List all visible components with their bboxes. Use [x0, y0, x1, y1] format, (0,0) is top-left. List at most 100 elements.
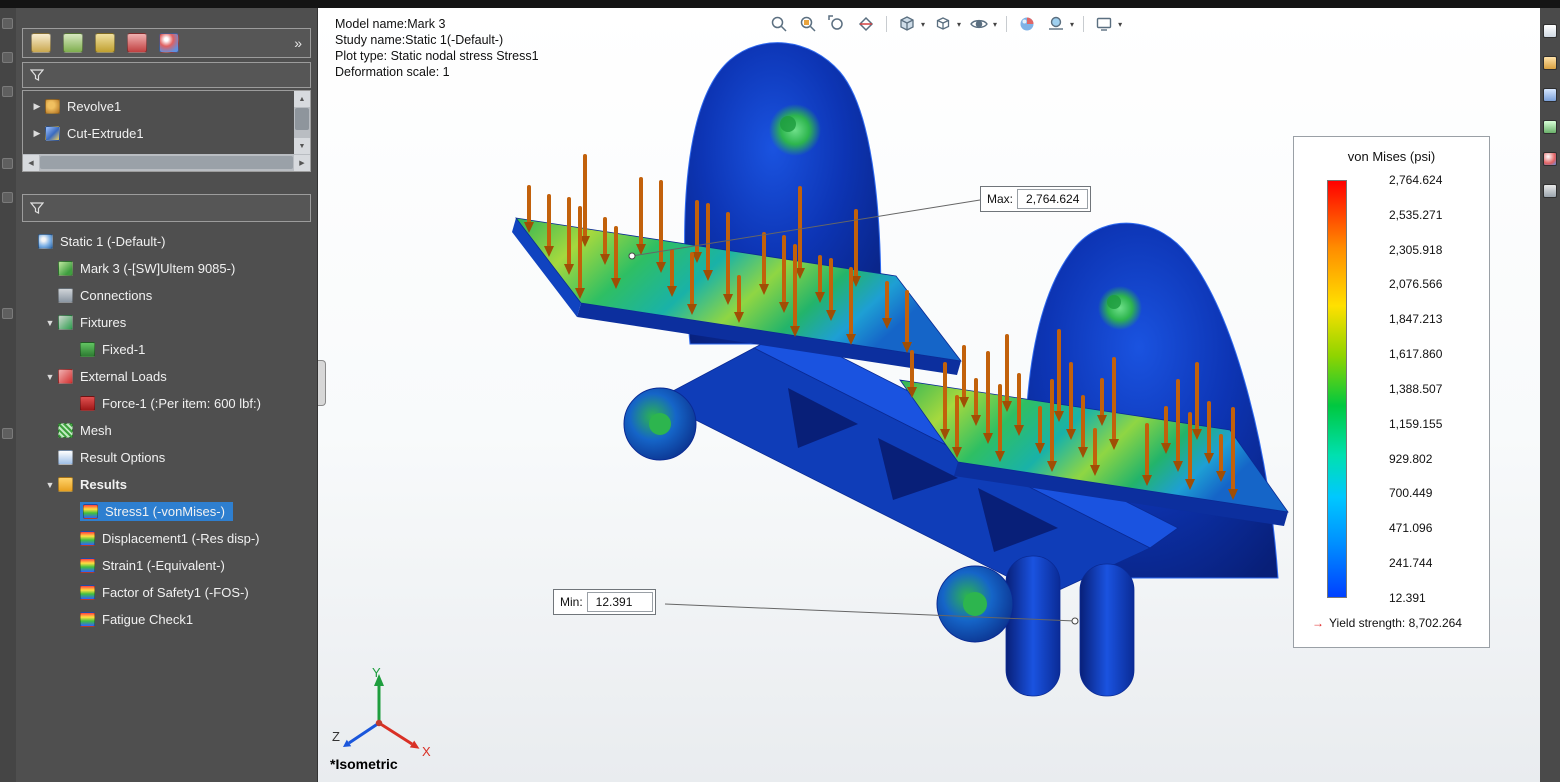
file-explorer-icon[interactable]	[1543, 88, 1557, 102]
study-item-displacement1[interactable]: Displacement1 (-Res disp-)	[16, 525, 317, 552]
apply-scene-caret-icon[interactable]: ▾	[1070, 20, 1074, 29]
static-study-icon	[38, 234, 53, 249]
side-strip-icon[interactable]	[2, 18, 13, 29]
stress-plot-icon	[83, 504, 98, 519]
panel-splitter-handle[interactable]	[318, 360, 326, 406]
study-item-label: Connections	[80, 288, 153, 303]
collapse-caret-icon[interactable]: ▼	[42, 318, 58, 328]
collapse-caret-icon[interactable]: ▼	[42, 480, 58, 490]
study-item-external-loads[interactable]: ▼ External Loads	[16, 363, 317, 390]
side-strip-icon[interactable]	[2, 308, 13, 319]
view-settings-icon[interactable]	[1093, 13, 1115, 35]
scroll-right-button[interactable]: ▶	[294, 154, 310, 171]
study-item-fixed1[interactable]: Fixed-1	[16, 336, 317, 363]
feature-tree-filter[interactable]	[22, 62, 311, 88]
result-options-icon	[58, 450, 73, 465]
zoom-to-fit-icon[interactable]	[768, 13, 790, 35]
section-view-icon[interactable]	[855, 13, 877, 35]
triad-origin	[375, 719, 383, 727]
study-tree-filter[interactable]	[22, 194, 311, 222]
side-strip-icon[interactable]	[2, 428, 13, 439]
study-item-result-options[interactable]: Result Options	[16, 444, 317, 471]
task-pane-home-icon[interactable]	[1543, 24, 1557, 38]
min-stress-callout[interactable]: Min: 12.391	[553, 589, 656, 615]
side-strip-icon[interactable]	[2, 86, 13, 97]
edit-appearance-icon[interactable]	[1016, 13, 1038, 35]
horizontal-scrollbar[interactable]: ◀ ▶	[23, 154, 310, 171]
vertical-scroll-thumb[interactable]	[295, 108, 309, 130]
max-stress-callout[interactable]: Max: 2,764.624	[980, 186, 1092, 212]
displaymanager-tab-icon[interactable]	[159, 33, 179, 53]
expand-caret-icon[interactable]: ▶	[29, 128, 45, 139]
study-item-fos1[interactable]: Factor of Safety1 (-FOS-)	[16, 579, 317, 606]
legend-color-bar	[1327, 180, 1347, 598]
study-item-results[interactable]: ▼ Results	[16, 471, 317, 498]
study-item-connections[interactable]: Connections	[16, 282, 317, 309]
scroll-up-button[interactable]: ▲	[294, 91, 310, 107]
vertical-scrollbar[interactable]: ▲ ▼	[294, 91, 310, 154]
apply-scene-icon[interactable]	[1045, 13, 1067, 35]
triad-y-label: Y	[372, 665, 381, 680]
min-callout-value: 12.391	[586, 592, 653, 612]
tree-item-label: Cut-Extrude1	[67, 126, 144, 141]
deformation-scale-line: Deformation scale: 1	[335, 65, 450, 79]
appearances-scenes-icon[interactable]	[1543, 152, 1557, 166]
expand-caret-icon[interactable]: ▶	[29, 101, 45, 112]
part-icon	[58, 261, 73, 276]
legend-tick: 1,159.155	[1389, 416, 1443, 431]
propertymanager-tab-icon[interactable]	[63, 33, 83, 53]
study-item-static1[interactable]: Static 1 (-Default-)	[16, 228, 317, 255]
study-item-mesh[interactable]: Mesh	[16, 417, 317, 444]
zoom-to-area-icon[interactable]	[797, 13, 819, 35]
side-strip-icon[interactable]	[2, 192, 13, 203]
yield-strength-row: → Yield strength: 8,702.264	[1312, 616, 1489, 630]
view-orientation-caret-icon[interactable]: ▾	[921, 20, 925, 29]
yield-arrow-icon: →	[1312, 616, 1324, 630]
simulation-study-tree: Static 1 (-Default-) Mark 3 (-[SW]Ultem …	[16, 228, 317, 633]
study-item-fatigue-check1[interactable]: Fatigue Check1	[16, 606, 317, 633]
plot-type-line: Plot type: Static nodal stress Stress1	[335, 49, 539, 63]
study-item-label: Result Options	[80, 450, 166, 465]
featuremanager-tree-tab-icon[interactable]	[31, 33, 51, 53]
view-palette-icon[interactable]	[1543, 120, 1557, 134]
custom-properties-icon[interactable]	[1543, 184, 1557, 198]
scroll-down-button[interactable]: ▼	[294, 138, 310, 154]
study-item-label: Fixtures	[80, 315, 127, 330]
side-strip-icon[interactable]	[2, 158, 13, 169]
study-item-label: Stress1 (-vonMises-)	[105, 504, 225, 519]
display-style-icon[interactable]	[932, 13, 954, 35]
min-callout-label: Min:	[560, 595, 583, 609]
displacement-plot-icon	[80, 531, 95, 546]
display-style-caret-icon[interactable]: ▾	[957, 20, 961, 29]
configurationmanager-tab-icon[interactable]	[95, 33, 115, 53]
reference-triad[interactable]: Y X Z	[324, 663, 434, 763]
study-item-label: Static 1 (-Default-)	[60, 234, 166, 249]
von-mises-legend[interactable]: von Mises (psi) 2,764.624 2,535.271 2,30…	[1293, 136, 1490, 648]
study-item-part[interactable]: Mark 3 (-[SW]Ultem 9085-)	[16, 255, 317, 282]
panel-expand-chevron-icon[interactable]: »	[294, 35, 302, 51]
hide-show-items-icon[interactable]	[968, 13, 990, 35]
view-orientation-label: *Isometric	[330, 756, 398, 772]
design-library-icon[interactable]	[1543, 56, 1557, 70]
view-orientation-icon[interactable]	[896, 13, 918, 35]
triad-x-label: X	[422, 744, 431, 759]
side-strip-icon[interactable]	[2, 52, 13, 63]
study-item-fixtures[interactable]: ▼ Fixtures	[16, 309, 317, 336]
study-item-stress1[interactable]: Stress1 (-vonMises-)	[16, 498, 317, 525]
hide-show-caret-icon[interactable]: ▾	[993, 20, 997, 29]
study-item-force1[interactable]: Force-1 (:Per item: 600 lbf:)	[16, 390, 317, 417]
dimxpertmanager-tab-icon[interactable]	[127, 33, 147, 53]
tree-item-revolve1[interactable]: ▶ Revolve1	[23, 93, 293, 120]
legend-tick: 12.391	[1389, 590, 1426, 605]
scroll-left-button[interactable]: ◀	[23, 154, 39, 171]
previous-view-icon[interactable]	[826, 13, 848, 35]
legend-tick: 2,305.918	[1389, 242, 1443, 257]
collapse-caret-icon[interactable]: ▼	[42, 372, 58, 382]
max-callout-value: 2,764.624	[1017, 189, 1089, 209]
study-item-strain1[interactable]: Strain1 (-Equivalent-)	[16, 552, 317, 579]
view-settings-caret-icon[interactable]: ▾	[1118, 20, 1122, 29]
external-loads-icon	[58, 369, 73, 384]
mesh-icon	[58, 423, 73, 438]
horizontal-scroll-thumb[interactable]	[40, 156, 293, 169]
tree-item-cut-extrude1[interactable]: ▶ Cut-Extrude1	[23, 120, 293, 147]
